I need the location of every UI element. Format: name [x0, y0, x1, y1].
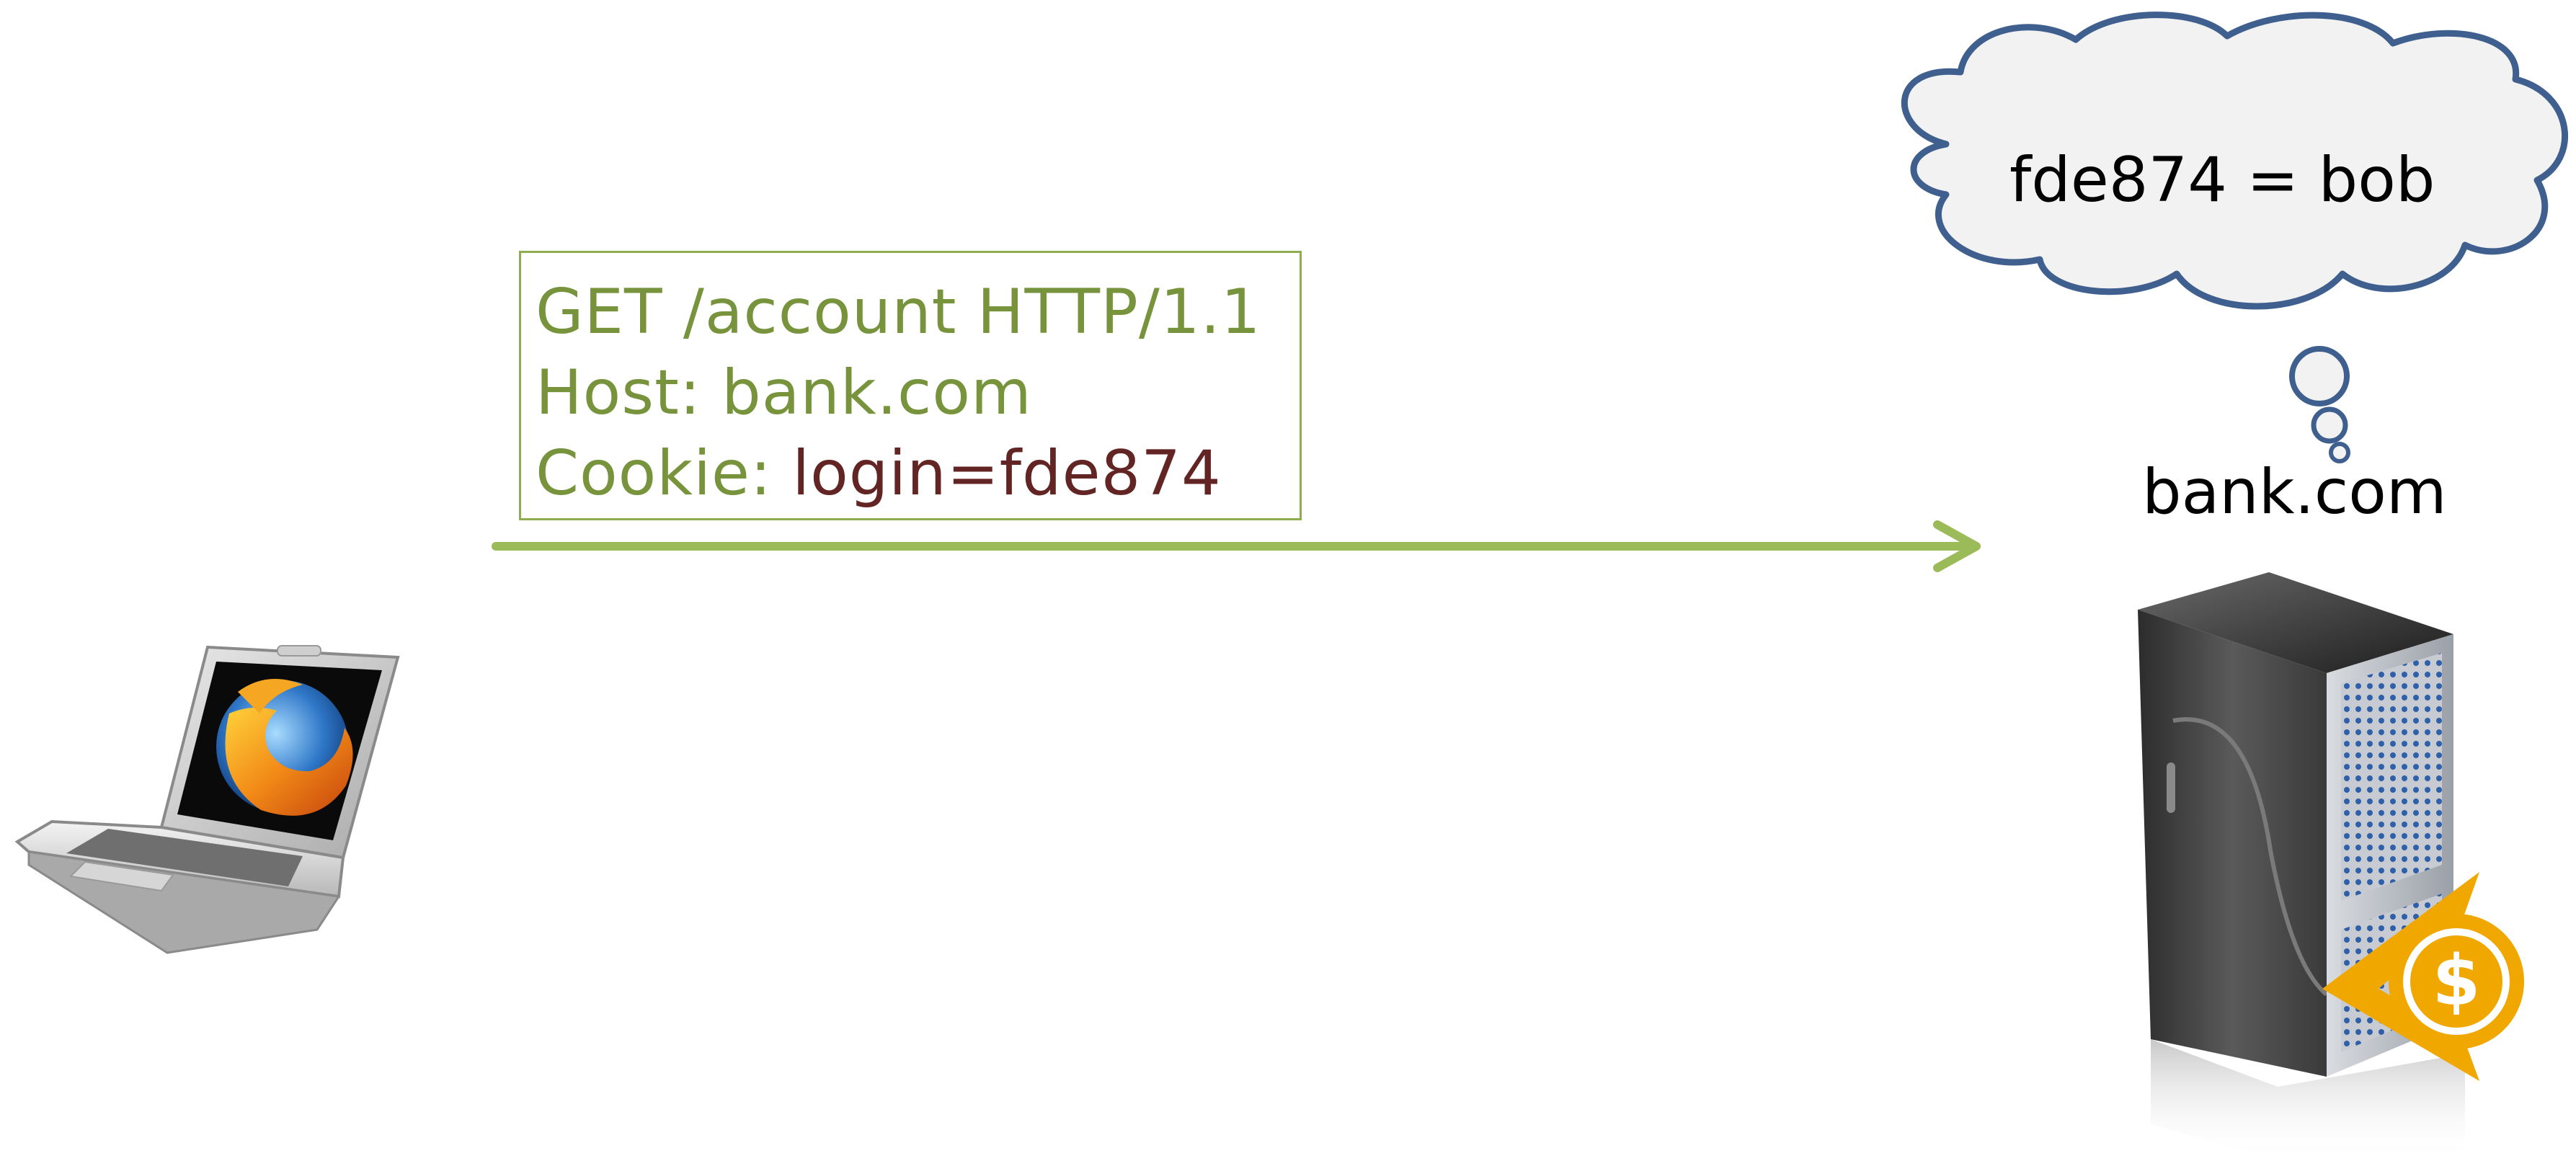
thought-cloud — [1901, 12, 2569, 463]
laptop-firefox-icon — [14, 645, 400, 954]
host-header: Host: bank.com — [536, 357, 1032, 429]
server-tower-icon — [2138, 572, 2465, 1161]
request-line: GET /account HTTP/1.1 — [536, 276, 1261, 348]
cookie-label: Cookie: — [536, 437, 793, 510]
cookie-value: login=fde874 — [792, 437, 1222, 510]
http-request-box: GET /account HTTP/1.1 Host: bank.com Coo… — [519, 251, 1302, 520]
server-label: bank.com — [2142, 456, 2447, 528]
session-mapping-text: fde874 = bob — [2009, 144, 2435, 216]
cookie-header: Cookie: login=fde874 — [536, 433, 1300, 514]
request-arrow — [492, 520, 1981, 572]
svg-text:$: $ — [2433, 940, 2481, 1021]
